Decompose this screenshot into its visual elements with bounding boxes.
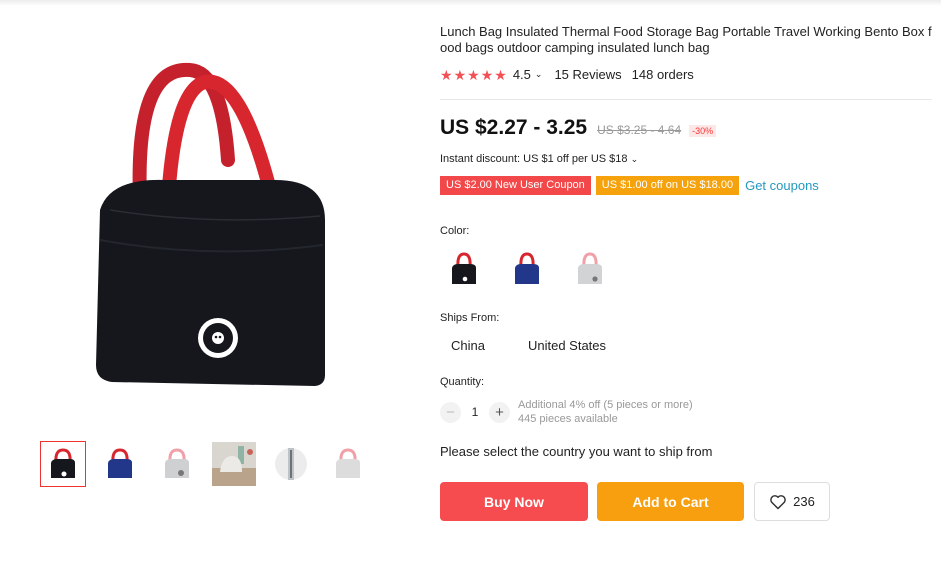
heart-icon [770, 494, 786, 509]
reviews-link[interactable]: 15 Reviews [554, 67, 621, 82]
star-icon: ★ [480, 66, 494, 83]
color-label: Color: [440, 225, 470, 237]
star-icon: ★ [467, 66, 480, 83]
main-product-image [40, 20, 410, 420]
star-icon: ★ [440, 66, 453, 83]
color-option-blue[interactable] [503, 245, 551, 293]
minus-icon[interactable]: − [440, 401, 461, 423]
quantity-value[interactable]: 1 [461, 405, 489, 419]
quantity-label: Quantity: [440, 376, 485, 388]
thumbnail-strip [40, 441, 371, 487]
thumbnail-blue-bag[interactable] [97, 441, 143, 487]
star-icon: ★ [453, 66, 467, 83]
star-icon: ★ [494, 66, 507, 83]
orders-count: 148 orders [631, 67, 694, 82]
stock-available-text: 445 pieces available [518, 413, 618, 425]
color-option-grey[interactable] [566, 245, 614, 293]
chevron-down-icon: ⌄ [630, 154, 639, 164]
thumbnail-detail[interactable] [268, 441, 314, 487]
buy-now-button[interactable]: Buy Now [440, 482, 588, 521]
product-title: Lunch Bag Insulated Thermal Food Storage… [440, 24, 932, 55]
discount-badge: -30% [689, 125, 717, 137]
chevron-down-icon[interactable]: ⌄ [535, 69, 543, 80]
wishlist-count: 236 [793, 494, 815, 509]
quantity-stepper: − 1 + Additional 4% off (5 pieces or mor… [440, 398, 693, 426]
get-coupons-link[interactable]: Get coupons [745, 178, 819, 193]
plus-icon[interactable]: + [489, 401, 510, 423]
rating-stars: ★ ★ ★ ★ ★ [440, 68, 507, 82]
bulk-discount-text: Additional 4% off (5 pieces or more) [518, 399, 693, 411]
original-price: US $3.25 - 4.64 [597, 123, 682, 137]
thumbnail-pink-grey-bag[interactable] [325, 441, 371, 487]
thumbnail-grey-bag[interactable] [154, 441, 200, 487]
instant-discount[interactable]: Instant discount: US $1 off per US $18 ⌄ [440, 153, 638, 165]
coupon-row: US $2.00 New User Coupon US $1.00 off on… [440, 176, 819, 195]
rating-row: ★ ★ ★ ★ ★ 4.5 ⌄ 15 Reviews 148 orders [440, 67, 694, 82]
threshold-coupon[interactable]: US $1.00 off on US $18.00 [595, 176, 740, 195]
ships-from-options: China United States [440, 334, 617, 357]
thumbnail-black-bag[interactable] [40, 441, 86, 487]
wishlist-button[interactable]: 236 [754, 482, 830, 521]
top-shadow [0, 0, 941, 6]
select-country-message: Please select the country you want to sh… [440, 444, 713, 459]
divider [440, 99, 932, 100]
ship-option-united-states[interactable]: United States [517, 334, 617, 357]
current-price: US $2.27 - 3.25 [440, 116, 588, 139]
quantity-info: Additional 4% off (5 pieces or more) 445… [518, 398, 693, 426]
color-options [440, 245, 614, 293]
ships-from-label: Ships From: [440, 312, 500, 324]
price-row: US $2.27 - 3.25 US $3.25 - 4.64 -30% [440, 116, 717, 140]
instant-discount-text: Instant discount: US $1 off per US $18 [440, 153, 628, 165]
add-to-cart-button[interactable]: Add to Cart [597, 482, 744, 521]
new-user-coupon[interactable]: US $2.00 New User Coupon [440, 176, 591, 195]
ship-option-china[interactable]: China [440, 334, 496, 357]
color-option-black[interactable] [440, 245, 488, 293]
thumbnail-lifestyle[interactable] [211, 441, 257, 487]
rating-value[interactable]: 4.5 [513, 67, 531, 82]
